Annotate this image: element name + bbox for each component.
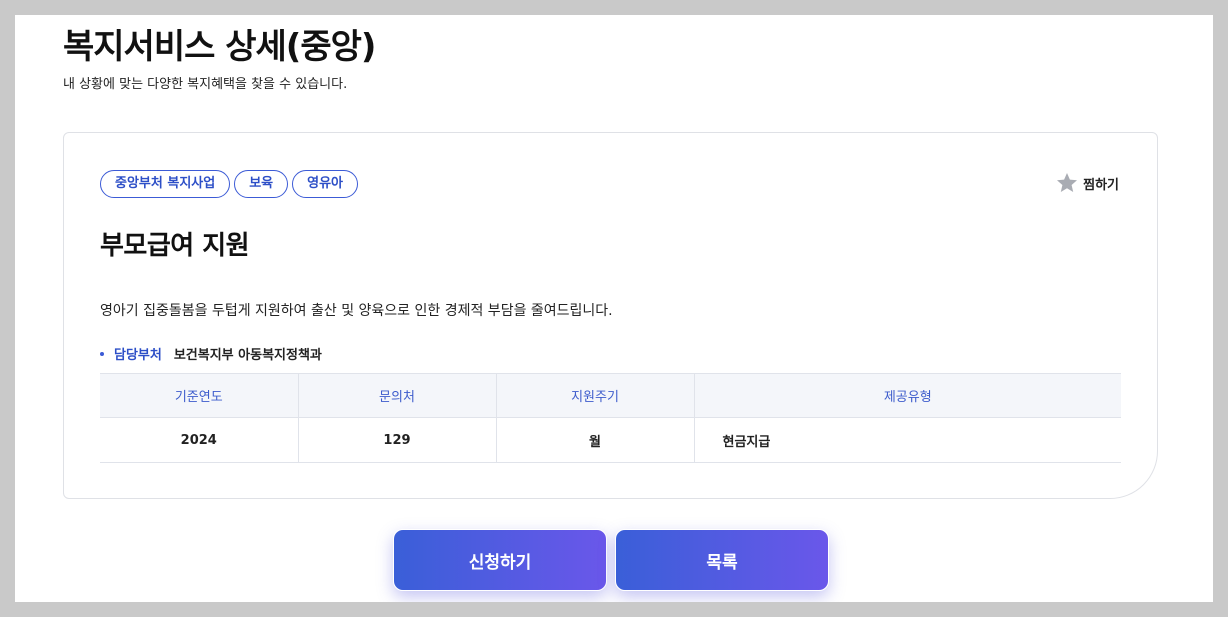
page-title: 복지서비스 상세(중앙): [63, 27, 376, 67]
list-button[interactable]: 목록: [615, 529, 829, 591]
tag-central-ministry[interactable]: 중앙부처 복지사업: [100, 170, 231, 198]
apply-button[interactable]: 신청하기: [393, 529, 607, 591]
header-base-year: 기준연도: [100, 373, 299, 418]
department-value: 보건복지부 아동복지정책과: [173, 348, 322, 363]
service-info-table: 기준연도 문의처 지원주기 제공유형 2024 129 월 현금지급: [100, 373, 1121, 463]
department-info: 담당부처 보건복지부 아동복지정책과: [100, 344, 322, 363]
cell-support-cycle: 월: [496, 417, 695, 463]
bookmark-label: 찜하기: [1083, 177, 1119, 193]
page-frame: 복지서비스 상세(중앙) 내 상황에 맞는 다양한 복지혜택을 찾을 수 있습니…: [15, 15, 1213, 602]
cell-contact: 129: [298, 417, 497, 463]
cell-base-year: 2024: [100, 417, 299, 463]
service-detail-card: 중앙부처 복지사업 보육 영유아 찜하기 부모급여 지원 영아기 집중돌봄을 두…: [63, 132, 1158, 499]
star-icon: [1057, 173, 1078, 192]
header-provision-type: 제공유형: [694, 373, 1121, 418]
department-label: 담당부처: [114, 348, 162, 363]
table-row: 2024 129 월 현금지급: [100, 417, 1121, 463]
table-header-row: 기준연도 문의처 지원주기 제공유형: [100, 373, 1121, 418]
tag-list: 중앙부처 복지사업 보육 영유아: [100, 170, 359, 198]
tag-infant[interactable]: 영유아: [292, 170, 359, 198]
service-title: 부모급여 지원: [100, 231, 250, 261]
tag-childcare[interactable]: 보육: [234, 170, 289, 198]
bullet-dot: [100, 351, 104, 356]
bookmark-button[interactable]: 찜하기: [1055, 171, 1119, 195]
cell-provision-type: 현금지급: [694, 417, 1121, 463]
header-support-cycle: 지원주기: [496, 373, 695, 418]
service-description: 영아기 집중돌봄을 두텁게 지원하여 출산 및 양육으로 인한 경제적 부담을 …: [100, 303, 613, 319]
action-buttons: 신청하기 목록: [393, 529, 829, 591]
page-subtitle: 내 상황에 맞는 다양한 복지혜택을 찾을 수 있습니다.: [63, 77, 348, 92]
header-contact: 문의처: [298, 373, 497, 418]
